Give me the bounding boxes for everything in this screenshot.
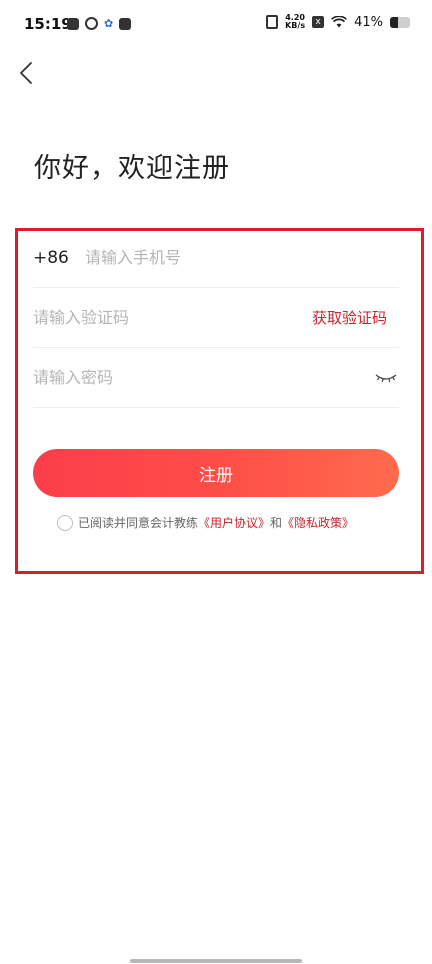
vibrate-icon (266, 15, 279, 29)
agreement-prefix: 已阅读并同意会计教练 (78, 516, 199, 530)
page-title: 你好，欢迎注册 (34, 153, 230, 184)
back-button[interactable] (12, 58, 40, 88)
status-time: 15:19 (24, 15, 72, 33)
battery-fill (390, 16, 399, 28)
privacy-policy-link[interactable]: 《隐私政策》 (282, 514, 354, 531)
gallery-icon (67, 17, 79, 30)
phone-input[interactable] (85, 248, 399, 267)
status-bar: 15:19 ✿ 4.20 KB/s x 41% (0, 0, 432, 52)
register-screen: 15:19 ✿ 4.20 KB/s x 41% 你好，欢迎注册 +86 请输入手… (0, 0, 432, 964)
net-speed-unit: KB/s (285, 21, 306, 30)
agreement-and: 和 (270, 516, 283, 530)
agreement-line: 已阅读并同意会计教练 《用户协议》 和 《隐私政策》 (57, 514, 354, 531)
country-code[interactable]: +86 (33, 248, 85, 268)
wifi-icon (331, 16, 348, 28)
notification-icons: ✿ (67, 16, 132, 30)
verification-code-input[interactable] (33, 308, 312, 327)
baidu-paw-icon: ✿ (104, 16, 114, 30)
battery-percent: 41% (354, 14, 383, 30)
agreement-checkbox[interactable] (57, 514, 73, 531)
chevron-left-icon (20, 62, 32, 84)
register-button[interactable]: 注册 (33, 449, 399, 497)
password-input[interactable] (33, 368, 375, 387)
user-agreement-link[interactable]: 《用户协议》 (198, 514, 270, 531)
notification-app-icon (119, 17, 132, 30)
net-speed: 4.20 KB/s (285, 14, 305, 30)
app-ring-icon (85, 17, 98, 30)
home-indicator[interactable] (130, 959, 302, 963)
eye-closed-icon[interactable] (375, 371, 397, 385)
get-code-button[interactable]: 获取验证码 (312, 307, 387, 328)
sim-icon: x (312, 16, 325, 28)
battery-icon (390, 16, 410, 28)
phone-row: +86 (33, 228, 399, 288)
verification-code-row: 获取验证码 (33, 288, 399, 348)
password-row (33, 348, 399, 408)
status-right: 4.20 KB/s x 41% (266, 14, 410, 30)
